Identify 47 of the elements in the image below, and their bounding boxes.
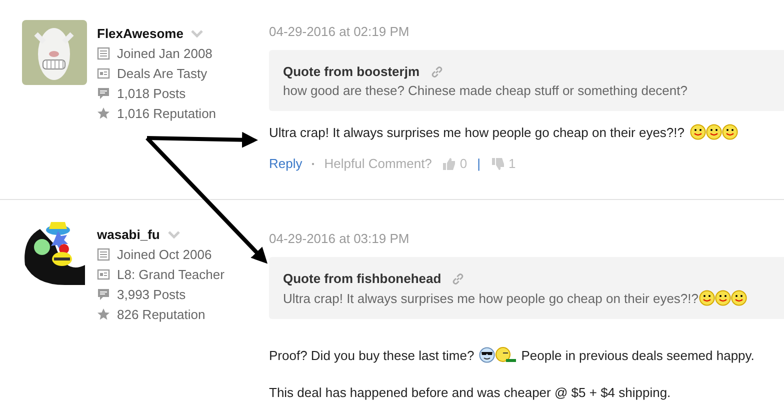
star-icon [97,107,110,120]
post-date: 04-29-2016 at 03:19 PM [269,231,410,246]
smiley-icon [722,124,738,140]
vote-separator: | [477,156,481,171]
smiley-icon [706,124,722,140]
post-text: Ultra crap! It always surprises me how people go cheap on their eyes?!? [269,124,784,140]
speech-bubble-icon [97,288,110,301]
quote-text: how good are these? Chinese made cheap stuff or something decent? [283,83,688,98]
chevron-down-icon [191,30,204,38]
calendar-icon [97,248,110,261]
link-icon [430,64,444,78]
star-icon [97,308,110,321]
goat-avatar-drawing [22,20,87,85]
reputation-count: 826 Reputation [117,307,206,322]
reply-link[interactable]: Reply [269,156,302,171]
thumbs-up-icon [442,156,456,170]
post-text: Proof? Did you buy these last time? People in previous deals seemed happy. [269,347,756,363]
id-card-icon [97,268,110,281]
post-text: This deal has happened before and was cheaper @ $5 + $4 shipping. [269,385,672,400]
post-count: 3,993 Posts [117,287,186,302]
user-rank: L8: Grand Teacher [117,267,224,282]
dot-separator [312,162,314,164]
join-date: Joined Jan 2008 [117,46,212,61]
chevron-down-icon [168,230,180,238]
sunglasses-smiley-icon [479,347,496,363]
link-icon [451,272,466,286]
clown-avatar-drawing [22,221,87,286]
calendar-icon [97,47,110,60]
reputation-count: 1,016 Reputation [117,106,216,121]
quote-author: Quote from boosterjm [283,64,420,79]
quote-text: Ultra crap! It always surprises me how people go cheap on their eyes?!? [283,290,770,306]
id-card-icon [97,67,110,80]
smiley-icon [690,124,706,140]
quote-author: Quote from fishbonehead [283,271,442,286]
sleepy-face-icon [495,347,518,363]
username[interactable]: wasabi_fu [97,227,160,242]
username[interactable]: FlexAwesome [97,26,184,41]
smiley-icon [730,290,746,306]
join-date: Joined Oct 2006 [117,247,212,262]
smiley-icon [698,290,714,306]
user-rank: Deals Are Tasty [117,66,208,81]
smiley-icon [714,290,730,306]
thumbs-down-icon [490,156,505,170]
helpful-label: Helpful Comment? [324,156,432,171]
speech-bubble-icon [97,87,110,100]
post-date: 04-29-2016 at 02:19 PM [269,24,410,39]
post-count: 1,018 Posts [117,86,186,101]
